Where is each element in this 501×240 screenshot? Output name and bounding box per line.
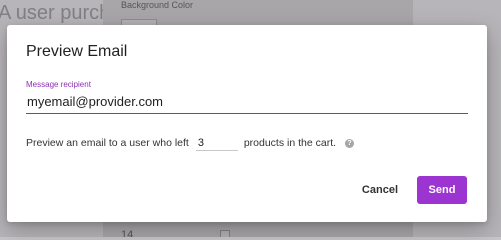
preview-sentence-suffix: products in the cart. <box>243 137 337 149</box>
send-button[interactable]: Send <box>417 176 467 204</box>
preview-email-dialog: Preview Email Message recipient Preview … <box>7 25 487 222</box>
recipient-email-input[interactable] <box>26 92 468 114</box>
preview-sentence-prefix: Preview an email to a user who left <box>26 137 189 149</box>
recipient-label: Message recipient <box>26 80 91 89</box>
preview-sentence: Preview an email to a user who left prod… <box>26 135 355 151</box>
dialog-title: Preview Email <box>26 43 128 60</box>
dialog-actions: Cancel Send <box>352 176 467 204</box>
help-circle-icon[interactable]: ? <box>345 138 355 148</box>
cancel-button[interactable]: Cancel <box>352 178 408 202</box>
product-quantity-input[interactable] <box>195 135 238 151</box>
